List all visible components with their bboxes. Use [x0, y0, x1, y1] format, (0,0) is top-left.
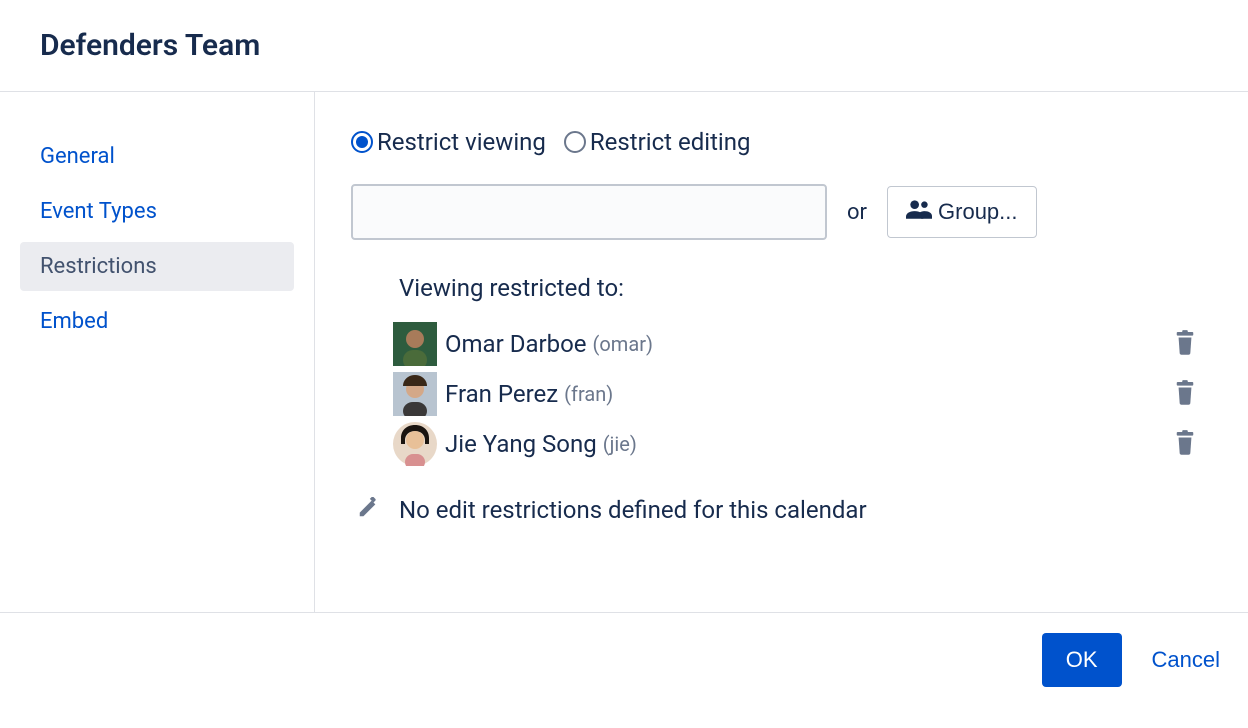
edit-note-text: No edit restrictions defined for this ca… — [399, 496, 867, 524]
user-row: Jie Yang Song (jie) — [351, 422, 1208, 466]
sidebar-item-label: Event Types — [40, 199, 157, 224]
sidebar-item-restrictions[interactable]: Restrictions — [20, 242, 294, 291]
sidebar-item-embed[interactable]: Embed — [20, 297, 294, 346]
user-row: Fran Perez (fran) — [351, 372, 1208, 416]
user-handle: (omar) — [593, 332, 653, 356]
or-label: or — [847, 200, 867, 225]
dialog-header: Defenders Team — [0, 0, 1248, 92]
remove-user-button[interactable] — [1170, 326, 1200, 363]
pencil-icon — [357, 497, 379, 523]
remove-user-button[interactable] — [1170, 426, 1200, 463]
radio-icon — [351, 131, 373, 153]
user-name: Fran Perez — [445, 380, 558, 408]
sidebar-item-event-types[interactable]: Event Types — [20, 187, 294, 236]
avatar — [393, 422, 437, 466]
avatar — [393, 372, 437, 416]
group-icon — [906, 199, 932, 225]
user-list: Omar Darboe (omar) Fran Perez (fran) — [351, 322, 1208, 466]
cancel-button[interactable]: Cancel — [1152, 647, 1220, 673]
sidebar-item-general[interactable]: General — [20, 132, 294, 181]
radio-label: Restrict editing — [590, 128, 751, 156]
radio-restrict-viewing[interactable]: Restrict viewing — [351, 128, 546, 156]
radio-label: Restrict viewing — [377, 128, 546, 156]
ok-button[interactable]: OK — [1042, 633, 1122, 687]
user-handle: (jie) — [603, 432, 637, 456]
avatar — [393, 322, 437, 366]
dialog-body: General Event Types Restrictions Embed R… — [0, 92, 1248, 612]
user-name: Jie Yang Song — [445, 430, 597, 458]
user-search-input[interactable] — [351, 184, 827, 240]
sidebar-item-label: Embed — [40, 309, 108, 334]
dialog-footer: OK Cancel — [0, 612, 1248, 707]
radio-icon — [564, 131, 586, 153]
group-button-label: Group... — [938, 199, 1017, 225]
user-handle: (fran) — [564, 382, 613, 406]
sidebar: General Event Types Restrictions Embed — [0, 92, 315, 612]
page-title: Defenders Team — [40, 28, 1208, 63]
restriction-type-radios: Restrict viewing Restrict editing — [351, 128, 1208, 156]
user-name: Omar Darboe — [445, 330, 587, 358]
user-row: Omar Darboe (omar) — [351, 322, 1208, 366]
main-panel: Restrict viewing Restrict editing or — [315, 92, 1248, 612]
group-button[interactable]: Group... — [887, 186, 1036, 238]
trash-icon — [1174, 394, 1196, 409]
radio-restrict-editing[interactable]: Restrict editing — [564, 128, 751, 156]
viewing-restricted-heading: Viewing restricted to: — [399, 274, 1208, 302]
sidebar-item-label: Restrictions — [40, 254, 157, 279]
trash-icon — [1174, 444, 1196, 459]
sidebar-item-label: General — [40, 144, 115, 169]
user-search-row: or Group... — [351, 184, 1208, 240]
remove-user-button[interactable] — [1170, 376, 1200, 413]
edit-restrictions-note: No edit restrictions defined for this ca… — [351, 496, 1208, 524]
trash-icon — [1174, 344, 1196, 359]
